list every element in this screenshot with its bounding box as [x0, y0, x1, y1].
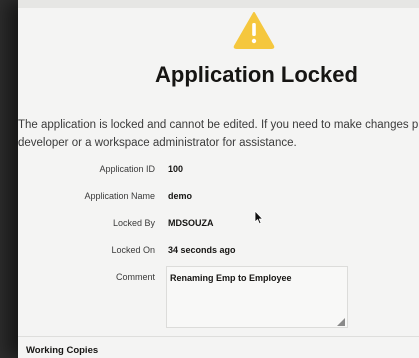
- comment-field[interactable]: Renaming Emp to Employee: [166, 266, 348, 328]
- mouse-cursor-icon: [254, 210, 263, 225]
- dialog-title: Application Locked: [155, 62, 358, 87]
- comment-label: Comment: [115, 272, 155, 282]
- application-id-label: Application ID: [99, 164, 155, 174]
- lock-message: The application is locked and cannot be …: [18, 119, 419, 149]
- section-divider: [18, 336, 419, 337]
- application-id-value: 100: [168, 164, 184, 174]
- warning-icon: [233, 12, 275, 49]
- locked-dialog: Application Locked The application is lo…: [18, 0, 419, 358]
- top-strip: [18, 0, 419, 8]
- locked-by-value: MDSOUZA: [168, 218, 214, 228]
- resize-grip-icon[interactable]: [337, 318, 345, 326]
- application-name-value: demo: [168, 191, 193, 201]
- screen: Application Locked The application is lo…: [0, 0, 419, 358]
- locked-on-label: Locked On: [111, 245, 155, 255]
- working-copies-header: Working Copies: [26, 345, 99, 356]
- locked-on-value: 34 seconds ago: [168, 245, 236, 255]
- locked-by-label: Locked By: [112, 218, 155, 228]
- application-name-label: Application Name: [84, 191, 155, 201]
